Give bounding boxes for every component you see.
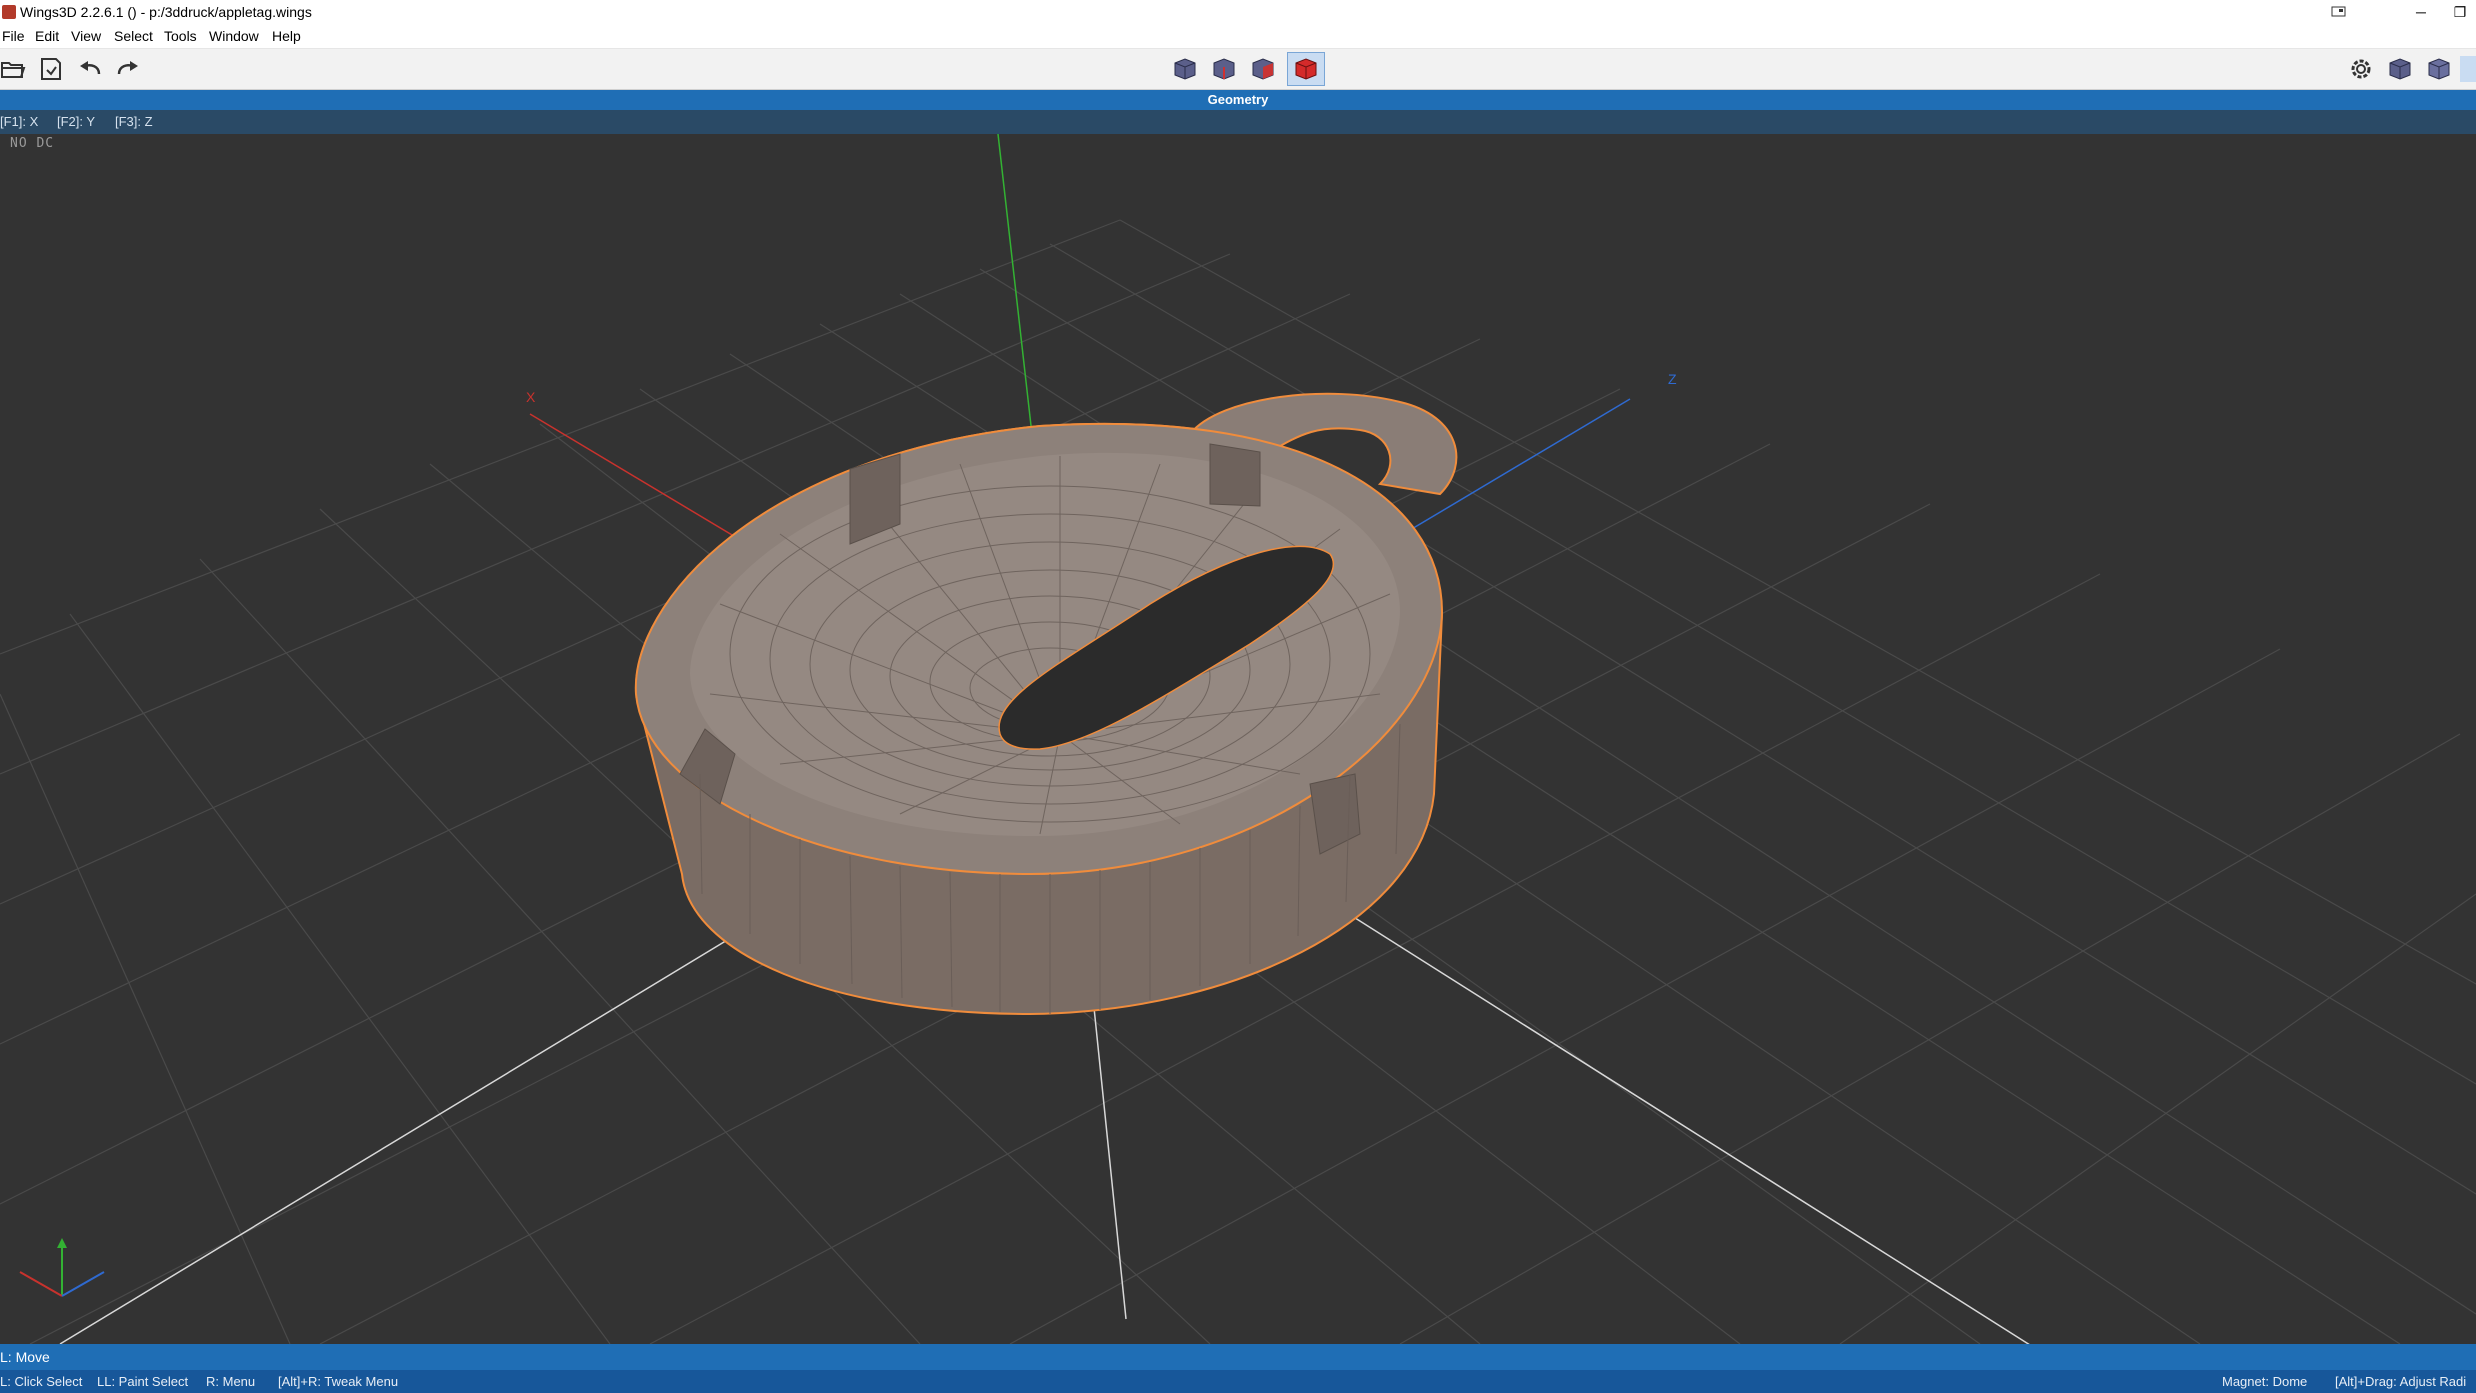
z-axis-letter: Z — [1668, 371, 1677, 387]
menu-window[interactable]: Window — [209, 28, 259, 44]
wings3d-app-icon — [2, 5, 16, 19]
edge-mode-icon[interactable] — [1211, 56, 1237, 82]
vertex-mode-icon[interactable] — [1172, 56, 1198, 82]
geometry-window-title: Geometry — [0, 90, 2476, 110]
scene-canvas: X Y Z — [0, 134, 2476, 1344]
menu-file[interactable]: File — [2, 28, 25, 44]
restore-icon-tray[interactable] — [2316, 0, 2362, 24]
hint-magnet: Magnet: Dome — [2222, 1374, 2308, 1389]
title-bar: Wings3D 2.2.6.1 () - p:/3ddruck/appletag… — [0, 0, 2476, 24]
axis-key-y: [F2]: Y — [57, 114, 96, 129]
hint-click-select: L: Click Select — [0, 1374, 83, 1389]
body-mode-icon[interactable] — [1287, 52, 1325, 86]
status-action-text: L: Move — [0, 1349, 50, 1365]
hint-tweak-menu: [Alt]+R: Tweak Menu — [278, 1374, 399, 1389]
save-icon[interactable] — [38, 56, 64, 82]
hint-paint-select: LL: Paint Select — [97, 1374, 189, 1389]
status-bar-action: L: Move — [0, 1344, 2476, 1370]
face-mode-icon[interactable] — [1250, 56, 1276, 82]
menu-view[interactable]: View — [71, 28, 101, 44]
minimize-button[interactable]: ─ — [2398, 0, 2444, 24]
menu-select[interactable]: Select — [114, 28, 153, 44]
undo-icon[interactable] — [77, 56, 103, 82]
view-layout-icon[interactable] — [2460, 56, 2476, 82]
menu-bar: File Edit View Select Tools Window Help — [0, 24, 2476, 49]
settings-gear-icon[interactable] — [2348, 56, 2374, 82]
x-axis-letter: X — [526, 389, 536, 405]
menu-tools[interactable]: Tools — [164, 28, 197, 44]
menu-help[interactable]: Help — [272, 28, 301, 44]
redo-icon[interactable] — [115, 56, 141, 82]
axis-key-x: [F1]: X — [0, 114, 39, 129]
hint-menu: R: Menu — [206, 1374, 256, 1389]
smooth-preview-icon[interactable] — [2387, 56, 2413, 82]
axis-key-info: [F1]: X [F2]: Y [F3]: Z — [0, 110, 2476, 134]
axis-key-z: [F3]: Z — [115, 114, 153, 129]
open-folder-icon[interactable] — [0, 56, 26, 82]
maximize-button[interactable]: ❐ — [2444, 0, 2476, 24]
apple-tag-model[interactable] — [634, 392, 1458, 1016]
flat-shade-icon[interactable] — [2426, 56, 2452, 82]
menu-edit[interactable]: Edit — [35, 28, 59, 44]
window-title: Wings3D 2.2.6.1 () - p:/3ddruck/appletag… — [20, 4, 312, 20]
hint-adjust-radius: [Alt]+Drag: Adjust Radi — [2335, 1374, 2467, 1389]
mini-axis-indicator — [19, 1238, 105, 1297]
toolbar — [0, 49, 2476, 90]
status-bar-hints: L: Click Select LL: Paint Select R: Menu… — [0, 1370, 2476, 1393]
geometry-viewport[interactable]: NO DC X Z — [0, 134, 2476, 1344]
